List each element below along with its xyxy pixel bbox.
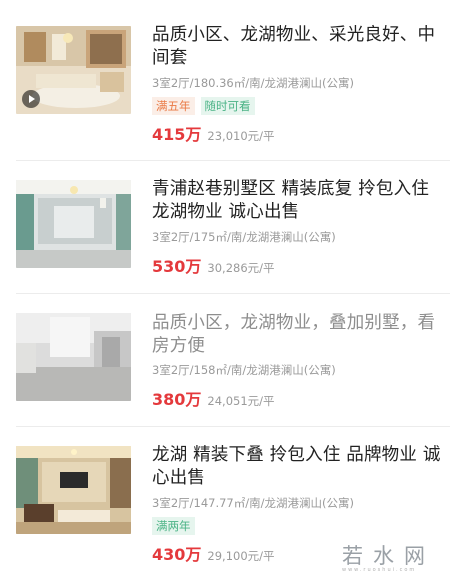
total-price: 430万 bbox=[152, 545, 202, 564]
price-row: 415万 23,010元/平 bbox=[152, 121, 275, 145]
listing-photo[interactable] bbox=[16, 313, 131, 401]
tag-badge: 随时可看 bbox=[200, 97, 255, 115]
listing-title[interactable]: 品质小区，龙湖物业，叠加别墅，看房方便 bbox=[152, 312, 442, 358]
unit-price: 29,100元/平 bbox=[207, 549, 275, 563]
price-row: 380万 24,051元/平 bbox=[152, 386, 275, 410]
listing-photo[interactable] bbox=[16, 26, 131, 114]
listing-details: 3室2厅/158㎡/南/龙湖港澜山(公寓) bbox=[152, 363, 336, 377]
divider bbox=[16, 426, 450, 427]
divider bbox=[16, 293, 450, 294]
unit-price: 23,010元/平 bbox=[207, 129, 275, 143]
total-price: 530万 bbox=[152, 257, 202, 276]
watermark-url: www.ruoshui.com bbox=[342, 567, 417, 573]
listing-tags: 满两年 bbox=[152, 517, 195, 535]
listing-details: 3室2厅/175㎡/南/龙湖港澜山(公寓) bbox=[152, 230, 336, 244]
total-price: 380万 bbox=[152, 390, 202, 409]
divider bbox=[16, 160, 450, 161]
unit-price: 24,051元/平 bbox=[207, 394, 275, 408]
listing-title[interactable]: 青浦赵巷别墅区 精装底复 拎包入住 龙湖物业 诚心出售 bbox=[152, 178, 442, 224]
unit-price: 30,286元/平 bbox=[207, 261, 275, 275]
listing-details: 3室2厅/147.77㎡/南/龙湖港澜山(公寓) bbox=[152, 496, 354, 510]
total-price: 415万 bbox=[152, 125, 202, 144]
video-play-icon[interactable] bbox=[22, 90, 40, 108]
watermark-text: 若水网 bbox=[342, 544, 435, 568]
listing-details: 3室2厅/180.36㎡/南/龙湖港澜山(公寓) bbox=[152, 76, 354, 90]
price-row: 530万 30,286元/平 bbox=[152, 253, 275, 277]
listing-title[interactable]: 龙湖 精装下叠 拎包入住 品牌物业 诚心出售 bbox=[152, 444, 442, 490]
listing-photo[interactable] bbox=[16, 446, 131, 534]
listing-photo[interactable] bbox=[16, 180, 131, 268]
tag-badge: 满两年 bbox=[152, 517, 195, 535]
listing-tags: 满五年 随时可看 bbox=[152, 97, 255, 115]
listing-title[interactable]: 品质小区、龙湖物业、采光良好、中间套 bbox=[152, 24, 442, 70]
price-row: 430万 29,100元/平 bbox=[152, 541, 275, 565]
tag-badge: 满五年 bbox=[152, 97, 195, 115]
site-watermark: 若水网 www.ruoshui.com bbox=[342, 540, 447, 573]
